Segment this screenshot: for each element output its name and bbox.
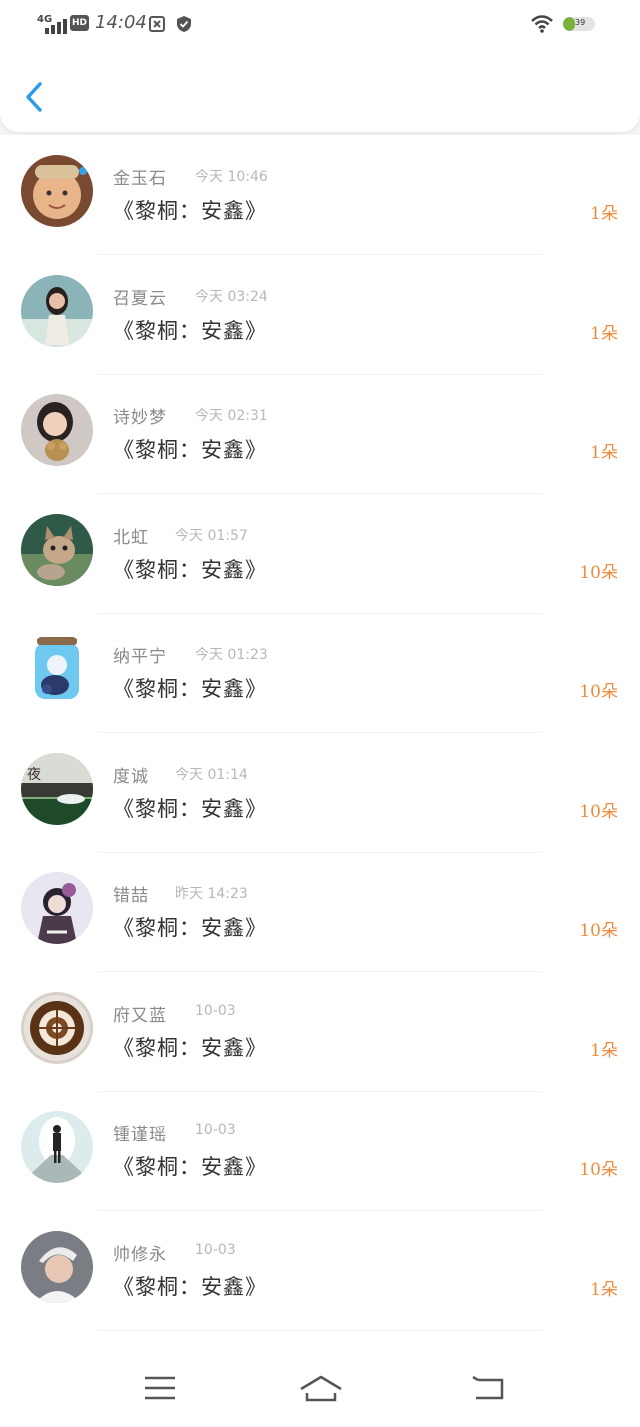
flower-count: 1朵 <box>590 443 618 463</box>
man-avatar[interactable] <box>21 1230 93 1303</box>
user-name[interactable]: 府又蓝 <box>113 1001 167 1026</box>
battery-level: 39 <box>575 18 586 27</box>
list-item[interactable]: 纳平宁 今天 01:23 《黎桐：安鑫》 10朵 <box>0 613 640 733</box>
status-time: 14:04 <box>95 12 147 33</box>
flower-count: 1朵 <box>590 1279 618 1300</box>
flower-count: 10朵 <box>579 921 618 941</box>
book-title[interactable]: 《黎桐：安鑫》 <box>113 793 267 823</box>
timestamp: 今天 02:31 <box>195 408 268 424</box>
flower-count: 10朵 <box>579 562 618 583</box>
user-name[interactable]: 金玉石 <box>113 164 167 189</box>
list-item[interactable]: 帅修永 10-03 《黎桐：安鑫》 1朵 <box>0 1211 640 1331</box>
list-item[interactable]: 召夏云 今天 03:24 《黎桐：安鑫》 1朵 <box>0 255 640 375</box>
book-title[interactable]: 《黎桐：安鑫》 <box>113 434 267 464</box>
row-divider <box>98 1329 542 1331</box>
list-item[interactable]: 夜 度诚 今天 01:14 《黎桐：安鑫》 10朵 <box>0 733 640 853</box>
flower-count: 1朵 <box>590 1040 618 1061</box>
battery-icon: 39 <box>563 17 595 31</box>
user-name[interactable]: 诗妙梦 <box>113 403 167 428</box>
coffee-avatar[interactable] <box>21 991 93 1064</box>
home-icon[interactable] <box>298 1372 344 1404</box>
timestamp: 昨天 14:23 <box>175 886 248 902</box>
gift-record-list: 金玉石 今天 10:46 《黎桐：安鑫》 1朵 召夏云 今天 03:24 《黎桐：安鑫》 1朵… <box>0 135 640 1342</box>
list-item[interactable]: 金玉石 今天 10:46 《黎桐：安鑫》 1朵 <box>0 135 640 255</box>
shield-icon <box>177 16 191 32</box>
signal-icon: 4G <box>37 14 67 34</box>
list-item[interactable]: 诗妙梦 今天 02:31 《黎桐：安鑫》 1朵 <box>0 374 640 494</box>
book-title[interactable]: 《黎桐：安鑫》 <box>113 1271 267 1301</box>
user-name[interactable]: 锺谨瑶 <box>113 1120 167 1145</box>
jar-avatar[interactable] <box>21 633 93 705</box>
user-name[interactable]: 度诚 <box>113 762 149 787</box>
timestamp: 10-03 <box>195 1002 236 1019</box>
book-title[interactable]: 《黎桐：安鑫》 <box>113 673 267 703</box>
wifi-icon <box>531 15 553 33</box>
tunnel-avatar[interactable] <box>21 1111 93 1183</box>
child-avatar[interactable] <box>21 394 93 466</box>
flower-count: 10朵 <box>579 682 618 702</box>
girl-avatar[interactable] <box>21 274 93 347</box>
list-item[interactable]: 锺谨瑶 10-03 《黎桐：安鑫》 10朵 <box>0 1091 640 1211</box>
top-bar: 4G HD 14:04 39 <box>0 0 640 132</box>
timestamp: 10-03 <box>195 1122 236 1138</box>
book-title[interactable]: 《黎桐：安鑫》 <box>113 1151 267 1181</box>
screenshot-icon <box>149 16 165 32</box>
doll-avatar[interactable] <box>21 872 93 944</box>
list-item[interactable]: 府又蓝 10-03 《黎桐：安鑫》 1朵 <box>0 972 640 1092</box>
user-name[interactable]: 北虹 <box>113 523 149 548</box>
book-title[interactable]: 《黎桐：安鑫》 <box>113 554 267 584</box>
user-name[interactable]: 纳平宁 <box>113 642 167 667</box>
book-title[interactable]: 《黎桐：安鑫》 <box>113 195 267 225</box>
svg-text:夜: 夜 <box>27 767 41 783</box>
status-bar: 4G HD 14:04 39 <box>0 0 640 48</box>
hd-badge: HD <box>70 15 89 31</box>
system-nav-bar <box>0 1342 640 1427</box>
list-item[interactable]: 北虹 今天 01:57 《黎桐：安鑫》 10朵 <box>0 494 640 614</box>
book-title[interactable]: 《黎桐：安鑫》 <box>113 912 267 942</box>
book-title[interactable]: 《黎桐：安鑫》 <box>113 1032 267 1062</box>
timestamp: 今天 03:24 <box>195 288 268 305</box>
timestamp: 今天 10:46 <box>195 169 268 185</box>
flower-count: 10朵 <box>579 1160 618 1180</box>
person-avatar[interactable] <box>21 155 93 227</box>
timestamp: 10-03 <box>195 1241 236 1258</box>
timestamp: 今天 01:57 <box>175 527 248 544</box>
user-name[interactable]: 召夏云 <box>113 284 167 309</box>
landscape-avatar[interactable]: 夜 <box>21 752 93 825</box>
timestamp: 今天 01:14 <box>175 766 248 783</box>
book-title[interactable]: 《黎桐：安鑫》 <box>113 315 267 345</box>
flower-count: 10朵 <box>579 801 618 822</box>
menu-icon[interactable] <box>142 1374 178 1402</box>
list-item[interactable]: 错喆 昨天 14:23 《黎桐：安鑫》 10朵 <box>0 852 640 972</box>
user-name[interactable]: 帅修永 <box>113 1240 167 1265</box>
return-icon[interactable] <box>470 1374 506 1404</box>
user-name[interactable]: 错喆 <box>113 881 149 906</box>
timestamp: 今天 01:23 <box>195 647 268 663</box>
flower-count: 1朵 <box>590 204 618 224</box>
cat-avatar[interactable] <box>21 513 93 586</box>
flower-count: 1朵 <box>590 323 618 344</box>
network-label: 4G <box>37 14 53 25</box>
back-button[interactable] <box>20 78 50 118</box>
